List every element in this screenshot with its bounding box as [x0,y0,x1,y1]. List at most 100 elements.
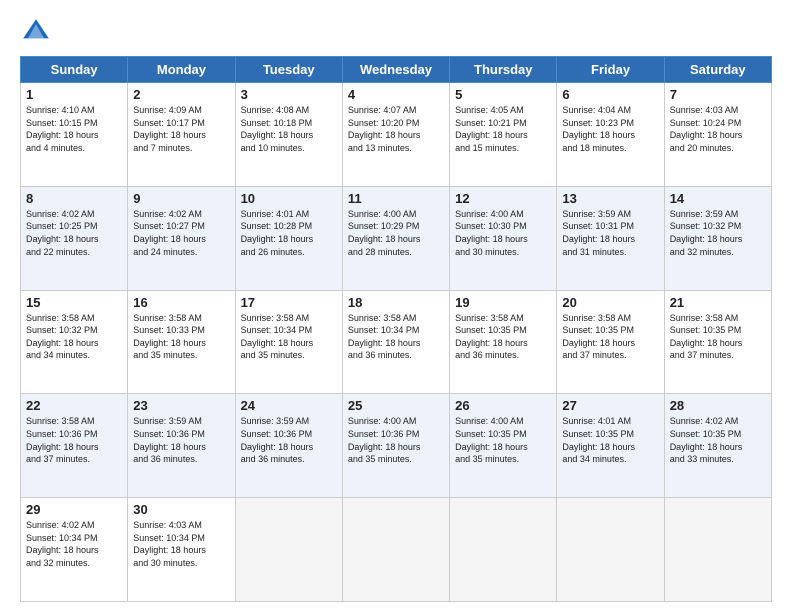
day-cell-11: 11 Sunrise: 4:00 AM Sunset: 10:29 PM Dayl… [342,186,449,290]
day-cell-22: 22 Sunrise: 3:58 AM Sunset: 10:36 PM Dayl… [21,394,128,498]
day-info: Sunrise: 4:05 AM Sunset: 10:21 PM Daylig… [455,104,551,154]
day-header-saturday: Saturday [664,57,771,83]
day-number: 13 [562,191,658,206]
day-cell-13: 13 Sunrise: 3:59 AM Sunset: 10:31 PM Dayl… [557,186,664,290]
day-info: Sunrise: 3:59 AM Sunset: 10:32 PM Daylig… [670,208,766,258]
day-cell-18: 18 Sunrise: 3:58 AM Sunset: 10:34 PM Dayl… [342,290,449,394]
day-info: Sunrise: 4:07 AM Sunset: 10:20 PM Daylig… [348,104,444,154]
day-cell-3: 3 Sunrise: 4:08 AM Sunset: 10:18 PM Dayli… [235,83,342,187]
day-number: 28 [670,398,766,413]
day-number: 16 [133,295,229,310]
calendar-table: SundayMondayTuesdayWednesdayThursdayFrid… [20,56,772,602]
day-info: Sunrise: 4:08 AM Sunset: 10:18 PM Daylig… [241,104,337,154]
empty-cell [557,498,664,602]
day-cell-28: 28 Sunrise: 4:02 AM Sunset: 10:35 PM Dayl… [664,394,771,498]
day-cell-10: 10 Sunrise: 4:01 AM Sunset: 10:28 PM Dayl… [235,186,342,290]
day-info: Sunrise: 3:58 AM Sunset: 10:32 PM Daylig… [26,312,122,362]
day-cell-23: 23Sunrise: 3:59 AM Sunset: 10:36 PM Dayl… [128,394,235,498]
day-info: Sunrise: 4:01 AM Sunset: 10:28 PM Daylig… [241,208,337,258]
day-number: 14 [670,191,766,206]
day-info: Sunrise: 3:59 AM Sunset: 10:31 PM Daylig… [562,208,658,258]
day-header-wednesday: Wednesday [342,57,449,83]
day-number: 29 [26,502,122,517]
day-cell-8: 8 Sunrise: 4:02 AM Sunset: 10:25 PM Dayli… [21,186,128,290]
day-info: Sunrise: 3:58 AM Sunset: 10:35 PM Daylig… [670,312,766,362]
day-number: 8 [26,191,122,206]
day-info: Sunrise: 4:00 AM Sunset: 10:29 PM Daylig… [348,208,444,258]
day-cell-21: 21 Sunrise: 3:58 AM Sunset: 10:35 PM Dayl… [664,290,771,394]
day-cell-2: 2 Sunrise: 4:09 AM Sunset: 10:17 PM Dayli… [128,83,235,187]
day-cell-4: 4 Sunrise: 4:07 AM Sunset: 10:20 PM Dayli… [342,83,449,187]
day-number: 9 [133,191,229,206]
day-number: 22 [26,398,122,413]
day-cell-24: 24Sunrise: 3:59 AM Sunset: 10:36 PM Dayl… [235,394,342,498]
day-cell-27: 27Sunrise: 4:01 AM Sunset: 10:35 PM Dayl… [557,394,664,498]
day-header-tuesday: Tuesday [235,57,342,83]
day-info: Sunrise: 4:03 AM Sunset: 10:34 PM Daylig… [133,519,229,569]
day-number: 18 [348,295,444,310]
day-number: 1 [26,87,122,102]
day-number: 19 [455,295,551,310]
day-cell-15: 15Sunrise: 3:58 AM Sunset: 10:32 PM Dayl… [21,290,128,394]
day-number: 5 [455,87,551,102]
day-cell-25: 25Sunrise: 4:00 AM Sunset: 10:36 PM Dayl… [342,394,449,498]
day-cell-7: 7Sunrise: 4:03 AM Sunset: 10:24 PM Dayli… [664,83,771,187]
day-info: Sunrise: 3:58 AM Sunset: 10:34 PM Daylig… [241,312,337,362]
day-info: Sunrise: 4:09 AM Sunset: 10:17 PM Daylig… [133,104,229,154]
empty-cell [235,498,342,602]
day-info: Sunrise: 4:00 AM Sunset: 10:30 PM Daylig… [455,208,551,258]
day-cell-6: 6Sunrise: 4:04 AM Sunset: 10:23 PM Dayli… [557,83,664,187]
day-info: Sunrise: 3:59 AM Sunset: 10:36 PM Daylig… [133,415,229,465]
day-cell-14: 14 Sunrise: 3:59 AM Sunset: 10:32 PM Dayl… [664,186,771,290]
day-number: 26 [455,398,551,413]
day-number: 25 [348,398,444,413]
day-number: 30 [133,502,229,517]
day-number: 20 [562,295,658,310]
day-cell-20: 20 Sunrise: 3:58 AM Sunset: 10:35 PM Dayl… [557,290,664,394]
day-cell-12: 12 Sunrise: 4:00 AM Sunset: 10:30 PM Dayl… [450,186,557,290]
day-info: Sunrise: 4:02 AM Sunset: 10:25 PM Daylig… [26,208,122,258]
day-info: Sunrise: 3:58 AM Sunset: 10:35 PM Daylig… [455,312,551,362]
header [20,16,772,48]
header-row: SundayMondayTuesdayWednesdayThursdayFrid… [21,57,772,83]
day-info: Sunrise: 4:02 AM Sunset: 10:34 PM Daylig… [26,519,122,569]
logo-icon [20,16,52,48]
day-cell-30: 30 Sunrise: 4:03 AM Sunset: 10:34 PM Dayl… [128,498,235,602]
logo [20,16,56,48]
day-header-friday: Friday [557,57,664,83]
empty-cell [450,498,557,602]
day-info: Sunrise: 3:58 AM Sunset: 10:34 PM Daylig… [348,312,444,362]
day-info: Sunrise: 4:02 AM Sunset: 10:27 PM Daylig… [133,208,229,258]
day-info: Sunrise: 3:58 AM Sunset: 10:35 PM Daylig… [562,312,658,362]
day-info: Sunrise: 4:04 AM Sunset: 10:23 PM Daylig… [562,104,658,154]
day-cell-1: 1 Sunrise: 4:10 AM Sunset: 10:15 PM Dayli… [21,83,128,187]
day-info: Sunrise: 4:03 AM Sunset: 10:24 PM Daylig… [670,104,766,154]
day-info: Sunrise: 4:02 AM Sunset: 10:35 PM Daylig… [670,415,766,465]
day-number: 21 [670,295,766,310]
week-row-3: 15Sunrise: 3:58 AM Sunset: 10:32 PM Dayl… [21,290,772,394]
calendar-header: SundayMondayTuesdayWednesdayThursdayFrid… [21,57,772,83]
day-number: 17 [241,295,337,310]
week-row-1: 1 Sunrise: 4:10 AM Sunset: 10:15 PM Dayli… [21,83,772,187]
day-info: Sunrise: 4:00 AM Sunset: 10:35 PM Daylig… [455,415,551,465]
day-number: 11 [348,191,444,206]
calendar-body: 1 Sunrise: 4:10 AM Sunset: 10:15 PM Dayli… [21,83,772,602]
day-info: Sunrise: 3:58 AM Sunset: 10:36 PM Daylig… [26,415,122,465]
week-row-4: 22 Sunrise: 3:58 AM Sunset: 10:36 PM Dayl… [21,394,772,498]
day-info: Sunrise: 4:10 AM Sunset: 10:15 PM Daylig… [26,104,122,154]
day-number: 10 [241,191,337,206]
empty-cell [664,498,771,602]
day-cell-5: 5 Sunrise: 4:05 AM Sunset: 10:21 PM Dayli… [450,83,557,187]
day-header-sunday: Sunday [21,57,128,83]
day-number: 4 [348,87,444,102]
page: SundayMondayTuesdayWednesdayThursdayFrid… [0,0,792,612]
day-header-thursday: Thursday [450,57,557,83]
day-number: 12 [455,191,551,206]
day-number: 3 [241,87,337,102]
day-cell-26: 26 Sunrise: 4:00 AM Sunset: 10:35 PM Dayl… [450,394,557,498]
day-number: 2 [133,87,229,102]
day-cell-16: 16Sunrise: 3:58 AM Sunset: 10:33 PM Dayl… [128,290,235,394]
day-header-monday: Monday [128,57,235,83]
day-cell-19: 19 Sunrise: 3:58 AM Sunset: 10:35 PM Dayl… [450,290,557,394]
day-info: Sunrise: 4:01 AM Sunset: 10:35 PM Daylig… [562,415,658,465]
